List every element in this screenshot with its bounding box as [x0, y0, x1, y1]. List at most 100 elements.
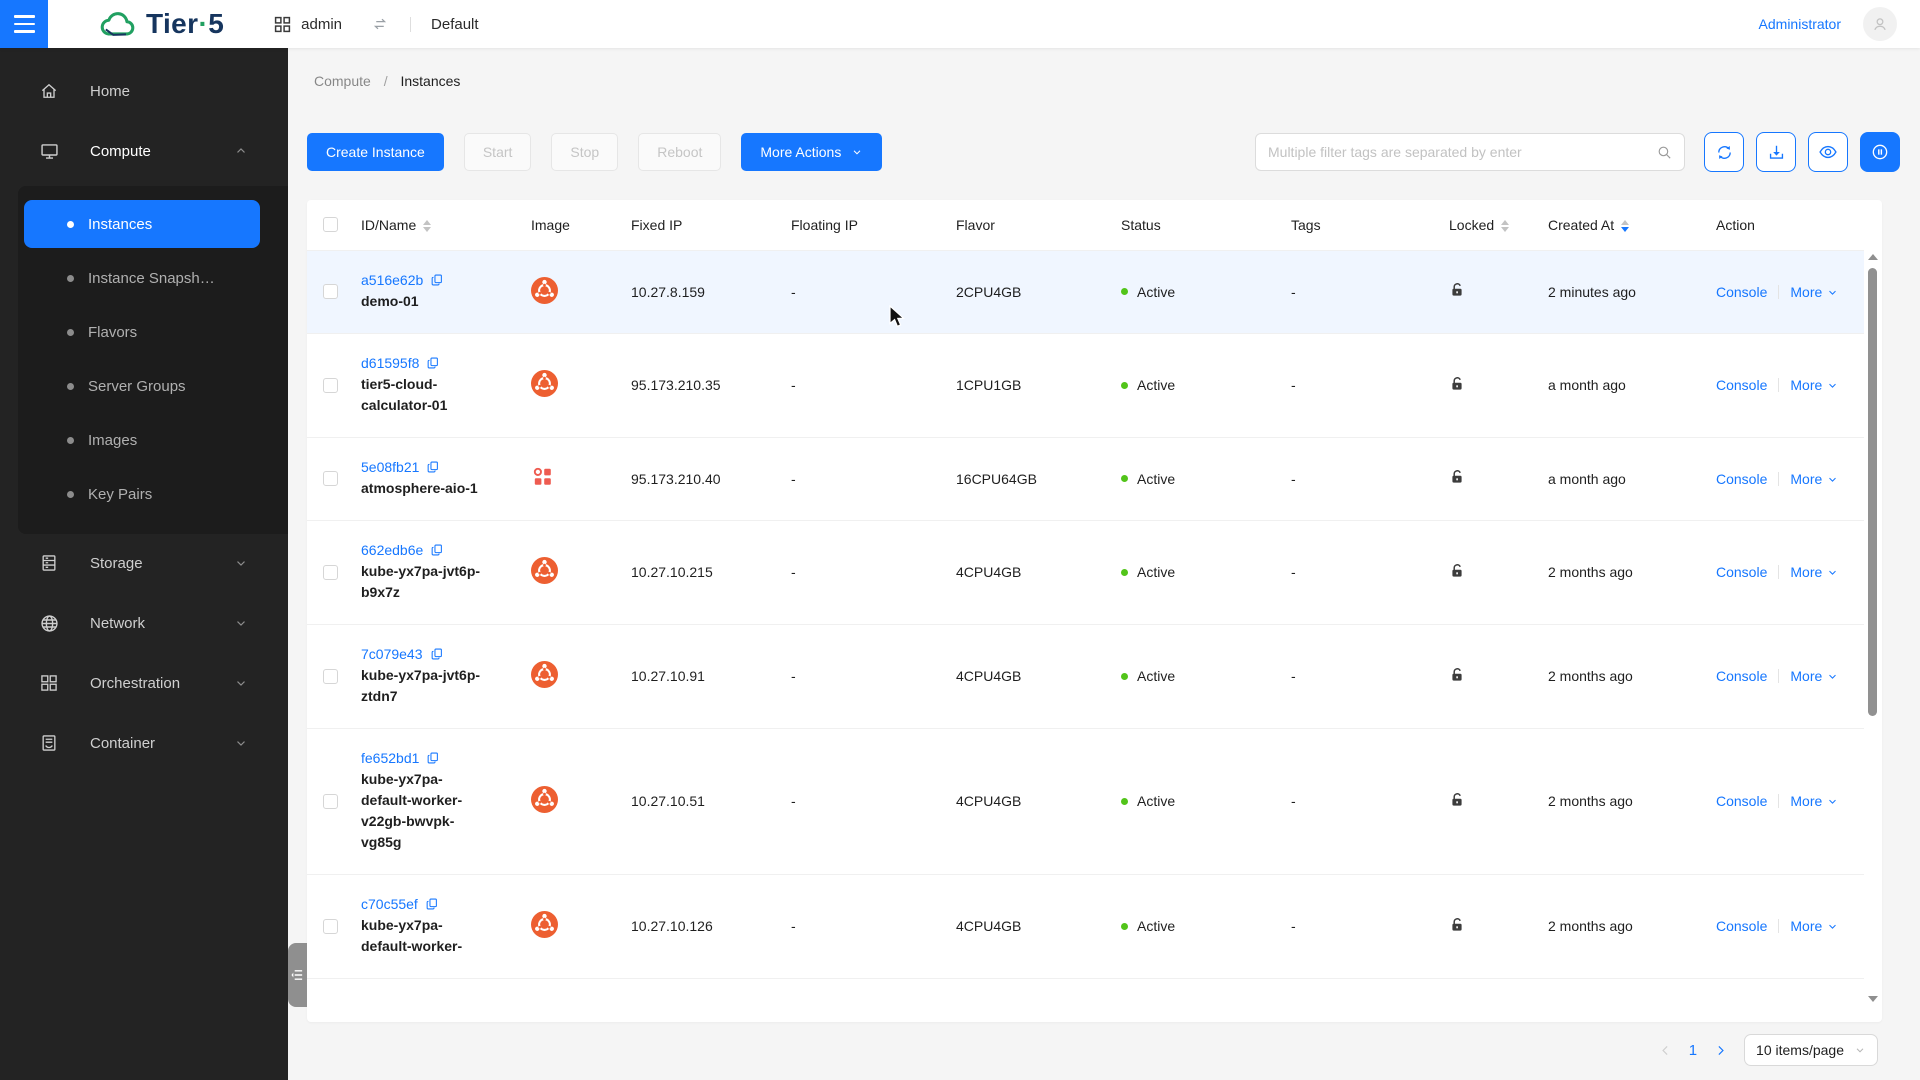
sidebar-item-server-groups[interactable]: Server Groups: [24, 362, 260, 410]
copy-icon[interactable]: [426, 356, 440, 370]
row-checkbox[interactable]: [323, 669, 338, 684]
brand-logo[interactable]: Tier·5: [97, 8, 224, 40]
column-header-id-name[interactable]: ID/Name: [353, 200, 523, 250]
menu-toggle-button[interactable]: [0, 0, 48, 48]
row-checkbox[interactable]: [323, 378, 338, 393]
sidebar-item-storage[interactable]: Storage: [0, 538, 288, 588]
fixed-ip-cell: 10.27.10.91: [623, 624, 783, 728]
filter-input[interactable]: [1256, 134, 1684, 170]
column-header-created-at[interactable]: Created At: [1540, 200, 1708, 250]
created-at-cell: 2 minutes ago: [1540, 250, 1708, 333]
more-actions-button[interactable]: More Actions: [741, 133, 882, 171]
column-label: Tags: [1291, 217, 1321, 233]
row-checkbox[interactable]: [323, 471, 338, 486]
ubuntu-icon: [531, 661, 558, 688]
tags-cell: -: [1283, 437, 1441, 520]
project-switcher[interactable]: admin: [274, 16, 342, 33]
sidebar-item-home[interactable]: Home: [0, 66, 288, 116]
sidebar-item-images[interactable]: Images: [24, 416, 260, 464]
ubuntu-icon: [531, 557, 558, 584]
status-text: Active: [1137, 564, 1175, 580]
more-link[interactable]: More: [1790, 471, 1822, 487]
chevron-down-icon: [851, 146, 863, 158]
refresh-button[interactable]: [1704, 132, 1744, 172]
tags-cell: -: [1283, 874, 1441, 978]
sidebar-item-instances[interactable]: Instances: [24, 200, 260, 248]
copy-icon[interactable]: [430, 543, 444, 557]
side-list-handle[interactable]: [288, 943, 307, 1007]
sidebar-item-network[interactable]: Network: [0, 598, 288, 648]
sidebar-item-container[interactable]: Container: [0, 718, 288, 768]
chevron-up-icon: [234, 144, 248, 158]
avatar[interactable]: [1863, 7, 1897, 41]
reboot-button[interactable]: Reboot: [638, 133, 721, 171]
sidebar-item-orchestration[interactable]: Orchestration: [0, 658, 288, 708]
column-label: Status: [1121, 217, 1161, 233]
copy-icon[interactable]: [430, 273, 444, 287]
instance-id-link[interactable]: 662edb6e: [361, 542, 423, 558]
console-link[interactable]: Console: [1716, 668, 1767, 684]
sort-carets-icon[interactable]: [1621, 220, 1629, 232]
row-checkbox[interactable]: [323, 284, 338, 299]
instance-name: kube-yx7pa-default-worker-v22gb-bwvpk-vg…: [361, 769, 483, 853]
scroll-up-arrow-icon[interactable]: [1868, 254, 1878, 260]
create-instance-button[interactable]: Create Instance: [307, 133, 444, 171]
page-size-select[interactable]: 10 items/page: [1744, 1034, 1878, 1066]
row-checkbox[interactable]: [323, 919, 338, 934]
auto-refresh-pause-button[interactable]: [1860, 132, 1900, 172]
table-scrollbar[interactable]: [1867, 252, 1879, 1014]
console-link[interactable]: Console: [1716, 377, 1767, 393]
column-header-locked[interactable]: Locked: [1441, 200, 1540, 250]
console-link[interactable]: Console: [1716, 471, 1767, 487]
sidebar-item-instance-snapsh-[interactable]: Instance Snapsh…: [24, 254, 260, 302]
more-link[interactable]: More: [1790, 668, 1822, 684]
console-link[interactable]: Console: [1716, 284, 1767, 300]
console-link[interactable]: Console: [1716, 918, 1767, 934]
page-number[interactable]: 1: [1689, 1042, 1697, 1059]
more-link[interactable]: More: [1790, 377, 1822, 393]
select-all-checkbox[interactable]: [323, 217, 338, 232]
chevron-down-icon: [1827, 796, 1838, 807]
more-link[interactable]: More: [1790, 564, 1822, 580]
start-button[interactable]: Start: [464, 133, 532, 171]
instance-id-link[interactable]: 7c079e43: [361, 646, 423, 662]
sort-carets-icon[interactable]: [1501, 220, 1509, 232]
scroll-down-arrow-icon[interactable]: [1868, 996, 1878, 1002]
sort-carets-icon[interactable]: [423, 220, 431, 232]
breadcrumb-instances: Instances: [400, 73, 460, 89]
more-link[interactable]: More: [1790, 918, 1822, 934]
sidebar-item-flavors[interactable]: Flavors: [24, 308, 260, 356]
breadcrumb-compute[interactable]: Compute: [314, 73, 371, 89]
copy-icon[interactable]: [426, 460, 440, 474]
instance-id-link[interactable]: a516e62b: [361, 272, 423, 288]
instance-id-link[interactable]: fe652bd1: [361, 750, 419, 766]
instance-id-link[interactable]: 5e08fb21: [361, 459, 419, 475]
switch-project-icon[interactable]: [370, 14, 390, 34]
scrollbar-thumb[interactable]: [1868, 268, 1877, 716]
row-checkbox[interactable]: [323, 794, 338, 809]
visibility-button[interactable]: [1808, 132, 1848, 172]
created-at-cell: a month ago: [1540, 437, 1708, 520]
instance-id-link[interactable]: d61595f8: [361, 355, 419, 371]
copy-icon[interactable]: [426, 751, 440, 765]
action-divider: [1778, 794, 1779, 808]
sidebar-item-compute[interactable]: Compute: [0, 126, 288, 176]
row-checkbox[interactable]: [323, 565, 338, 580]
search-icon[interactable]: [1656, 144, 1673, 166]
administrator-link[interactable]: Administrator: [1759, 16, 1841, 32]
more-link[interactable]: More: [1790, 793, 1822, 809]
tags-cell: -: [1283, 250, 1441, 333]
console-link[interactable]: Console: [1716, 564, 1767, 580]
copy-icon[interactable]: [430, 647, 444, 661]
download-button[interactable]: [1756, 132, 1796, 172]
instance-id-link[interactable]: c70c55ef: [361, 896, 418, 912]
next-page-icon[interactable]: [1714, 1044, 1727, 1057]
console-link[interactable]: Console: [1716, 793, 1767, 809]
prev-page-icon[interactable]: [1659, 1044, 1672, 1057]
stop-button[interactable]: Stop: [551, 133, 618, 171]
unlock-icon: [1449, 667, 1465, 683]
more-link[interactable]: More: [1790, 284, 1822, 300]
breadcrumb: Compute / Instances: [307, 48, 1920, 91]
sidebar-item-key-pairs[interactable]: Key Pairs: [24, 470, 260, 518]
copy-icon[interactable]: [425, 897, 439, 911]
